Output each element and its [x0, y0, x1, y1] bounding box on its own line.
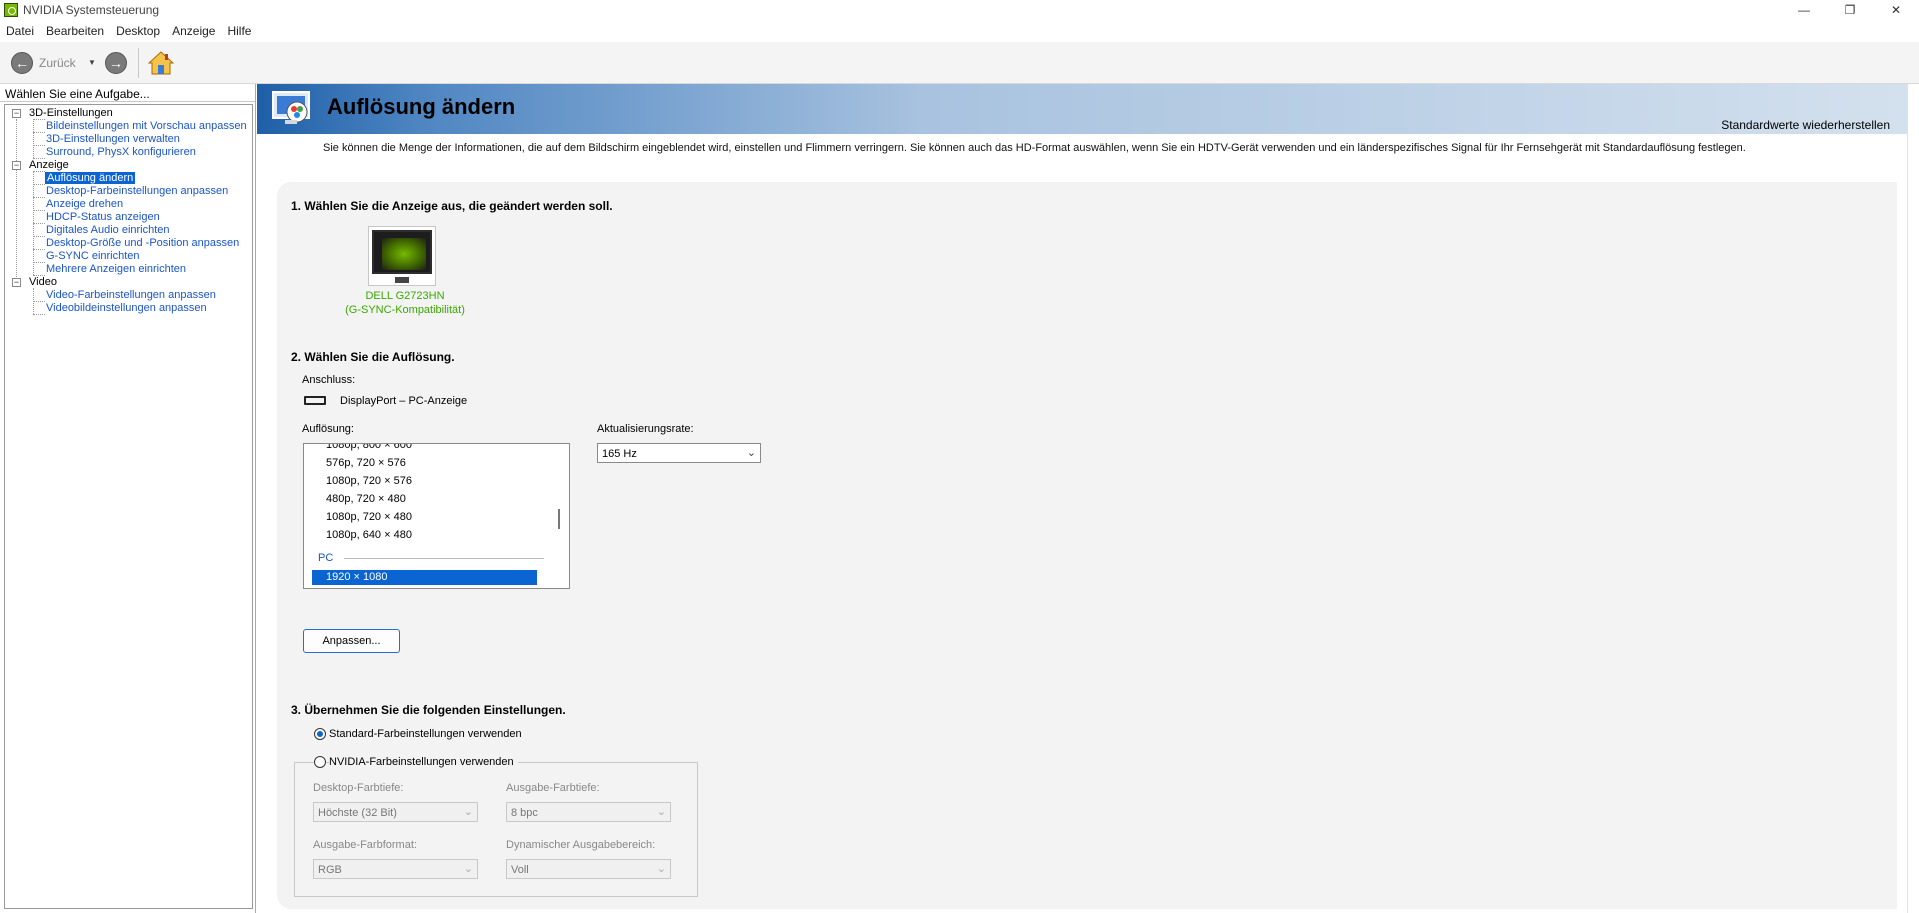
toolbar: ← Zurück ▼ → — [0, 42, 1919, 84]
dynamic-range-select[interactable]: Voll ⌄ — [506, 859, 671, 879]
tree-item-audio[interactable]: Digitales Audio einrichten — [46, 224, 170, 236]
output-format-select[interactable]: RGB ⌄ — [313, 859, 478, 879]
task-panel: Wählen Sie eine Aufgabe... − 3D-Einstell… — [0, 84, 256, 913]
desktop-depth-label: Desktop-Farbtiefe: — [313, 782, 404, 794]
chevron-down-icon: ⌄ — [746, 447, 756, 459]
displayport-icon — [304, 396, 326, 405]
tree-item-anzeige-drehen[interactable]: Anzeige drehen — [46, 198, 123, 210]
list-item[interactable]: 1080p, 720 × 480 — [326, 511, 412, 523]
tree-item-gsync[interactable]: G-SYNC einrichten — [46, 250, 140, 262]
display-dell-g2723hn[interactable] — [368, 226, 436, 286]
restore-defaults-link[interactable]: Standardwerte wiederherstellen — [1721, 118, 1890, 132]
display-name: DELL G2723HN — [365, 290, 445, 302]
collapse-video-toggle[interactable]: − — [12, 278, 21, 287]
chevron-down-icon: ⌄ — [656, 863, 666, 875]
close-button[interactable]: ✕ — [1873, 0, 1919, 20]
maximize-button[interactable]: ❐ — [1827, 0, 1873, 20]
nvidia-app-icon — [4, 3, 18, 17]
radio-default-colors[interactable] — [314, 728, 326, 740]
tree-item-mehrere-anzeigen[interactable]: Mehrere Anzeigen einrichten — [46, 263, 186, 275]
step2-heading: 2. Wählen Sie die Auflösung. — [291, 350, 455, 364]
chevron-down-icon: ⌄ — [463, 863, 473, 875]
page-description: Sie können die Menge der Informationen, … — [323, 142, 1746, 154]
selected-resolution[interactable]: 1920 × 1080 — [312, 570, 537, 585]
collapse-3d-toggle[interactable]: − — [12, 109, 21, 118]
option-default-label[interactable]: Standard-Farbeinstellungen verwenden — [329, 728, 522, 740]
task-tree: − 3D-Einstellungen Bildeinstellungen mit… — [4, 104, 253, 909]
list-scrollbar-thumb[interactable] — [558, 509, 560, 529]
menu-bearbeiten[interactable]: Bearbeiten — [40, 21, 110, 38]
tree-item-groesse-position[interactable]: Desktop-Größe und -Position anpassen — [46, 237, 239, 249]
resolution-list[interactable]: 1080p, 800 × 600 576p, 720 × 576 1080p, … — [303, 443, 570, 589]
tree-group-anzeige[interactable]: Anzeige — [29, 159, 69, 171]
back-arrow-icon[interactable]: ← — [11, 52, 33, 74]
menu-hilfe[interactable]: Hilfe — [221, 21, 257, 38]
monitor-icon — [372, 230, 432, 274]
page-title: Auflösung ändern — [327, 94, 516, 119]
refresh-rate-value: 165 Hz — [602, 448, 637, 460]
connection-value: DisplayPort – PC-Anzeige — [340, 395, 468, 407]
refresh-rate-select[interactable]: 165 Hz ⌄ — [597, 443, 761, 463]
group-divider — [344, 558, 544, 559]
list-item[interactable]: 1080p, 720 × 576 — [326, 475, 412, 487]
dynamic-range-label: Dynamischer Ausgabebereich: — [506, 839, 656, 851]
tree-item-desktop-farbe[interactable]: Desktop-Farbeinstellungen anpassen — [46, 185, 228, 197]
option-nvidia-label[interactable]: NVIDIA-Farbeinstellungen verwenden — [329, 756, 518, 768]
refresh-label: Aktualisierungsrate: — [597, 423, 694, 435]
back-label[interactable]: Zurück — [39, 56, 76, 70]
group-header-pc: PC — [318, 552, 334, 564]
menu-desktop[interactable]: Desktop — [110, 21, 166, 38]
tree-item-3d-verwalten[interactable]: 3D-Einstellungen verwalten — [46, 133, 180, 145]
menu-bar: Datei Bearbeiten Desktop Anzeige Hilfe — [0, 21, 1919, 41]
list-item[interactable]: 480p, 720 × 480 — [326, 493, 406, 505]
radio-nvidia-colors[interactable] — [314, 756, 326, 768]
chevron-down-icon: ⌄ — [463, 806, 473, 818]
display-label[interactable]: DELL G2723HN (G-SYNC-Kompatibilität) — [330, 289, 480, 317]
output-format-label: Ausgabe-Farbformat: — [313, 839, 417, 851]
tree-group-video[interactable]: Video — [29, 276, 57, 288]
toolbar-separator — [138, 48, 139, 78]
title-bar: NVIDIA Systemsteuerung — ❐ ✕ — [0, 0, 1919, 20]
task-header: Wählen Sie eine Aufgabe... — [0, 84, 255, 102]
collapse-anzeige-toggle[interactable]: − — [12, 161, 21, 170]
history-dropdown-icon[interactable]: ▼ — [88, 58, 96, 67]
tree-item-aufloesung[interactable]: Auflösung ändern — [45, 172, 136, 184]
customize-button[interactable]: Anpassen... — [303, 629, 400, 653]
display-settings-icon — [272, 91, 310, 124]
display-subtitle: (G-SYNC-Kompatibilität) — [345, 304, 465, 316]
connection-label: Anschluss: — [302, 374, 356, 386]
desktop-depth-select[interactable]: Höchste (32 Bit) ⌄ — [313, 802, 478, 822]
desktop-depth-value: Höchste (32 Bit) — [318, 807, 397, 819]
output-depth-label: Ausgabe-Farbtiefe: — [506, 782, 600, 794]
minimize-button[interactable]: — — [1781, 0, 1827, 20]
list-item[interactable]: 1080p, 800 × 600 — [326, 444, 412, 451]
forward-arrow-icon[interactable]: → — [105, 52, 127, 74]
tree-item-surround-physx[interactable]: Surround, PhysX konfigurieren — [46, 146, 196, 158]
tree-item-videobild[interactable]: Videobildeinstellungen anpassen — [46, 302, 207, 314]
step1-heading: 1. Wählen Sie die Anzeige aus, die geänd… — [291, 199, 613, 213]
tree-item-hdcp[interactable]: HDCP-Status anzeigen — [46, 211, 160, 223]
page-banner: Auflösung ändern Standardwerte wiederher… — [257, 84, 1919, 134]
menu-datei[interactable]: Datei — [0, 21, 40, 38]
resolution-label: Auflösung: — [302, 423, 354, 435]
list-item[interactable]: 576p, 720 × 576 — [326, 457, 406, 469]
tree-item-video-farbe[interactable]: Video-Farbeinstellungen anpassen — [46, 289, 216, 301]
output-depth-value: 8 bpc — [511, 807, 538, 819]
tree-group-3d[interactable]: 3D-Einstellungen — [29, 107, 113, 119]
step3-heading: 3. Übernehmen Sie die folgenden Einstell… — [291, 703, 566, 717]
window-title: NVIDIA Systemsteuerung — [23, 3, 160, 17]
dynamic-range-value: Voll — [511, 864, 529, 876]
menu-anzeige[interactable]: Anzeige — [166, 21, 221, 38]
output-depth-select[interactable]: 8 bpc ⌄ — [506, 802, 671, 822]
list-item[interactable]: 1080p, 640 × 480 — [326, 529, 412, 541]
tree-item-bildeinstellungen[interactable]: Bildeinstellungen mit Vorschau anpassen — [46, 120, 247, 132]
chevron-down-icon: ⌄ — [656, 806, 666, 818]
output-format-value: RGB — [318, 864, 342, 876]
vertical-scrollbar[interactable] — [1907, 84, 1919, 913]
home-icon[interactable] — [148, 51, 174, 75]
